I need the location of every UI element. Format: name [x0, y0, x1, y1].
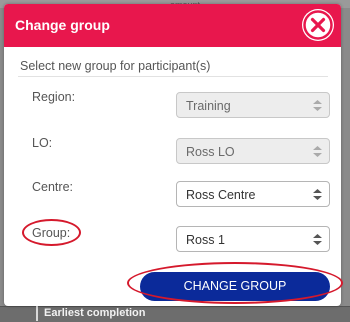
centre-label: Centre: — [32, 180, 73, 194]
centre-select[interactable]: Ross Centre — [176, 181, 330, 207]
updown-arrows-icon — [313, 234, 322, 245]
divider — [18, 76, 328, 77]
region-select: Training — [176, 92, 330, 118]
group-label: Group: — [32, 226, 71, 240]
change-group-dialog: Change group Select new group for partic… — [4, 4, 341, 306]
lo-label: LO: — [32, 136, 53, 150]
group-select-value: Ross 1 — [186, 233, 225, 247]
lo-select-value: Ross LO — [186, 145, 235, 159]
close-button[interactable] — [302, 9, 334, 41]
updown-arrows-icon — [313, 146, 322, 157]
group-select[interactable]: Ross 1 — [176, 226, 330, 252]
background-column-header: Earliest completion — [36, 306, 145, 321]
dialog-title: Change group — [15, 17, 110, 33]
dialog-instruction: Select new group for participant(s) — [20, 59, 211, 73]
centre-select-value: Ross Centre — [186, 188, 256, 202]
region-label: Region: — [32, 90, 76, 104]
lo-select: Ross LO — [176, 138, 330, 164]
updown-arrows-icon — [313, 100, 322, 111]
close-icon — [303, 10, 333, 40]
change-group-button[interactable]: CHANGE GROUP — [140, 272, 330, 301]
region-select-value: Training — [186, 99, 231, 113]
updown-arrows-icon — [313, 189, 322, 200]
dialog-header: Change group — [4, 4, 341, 47]
